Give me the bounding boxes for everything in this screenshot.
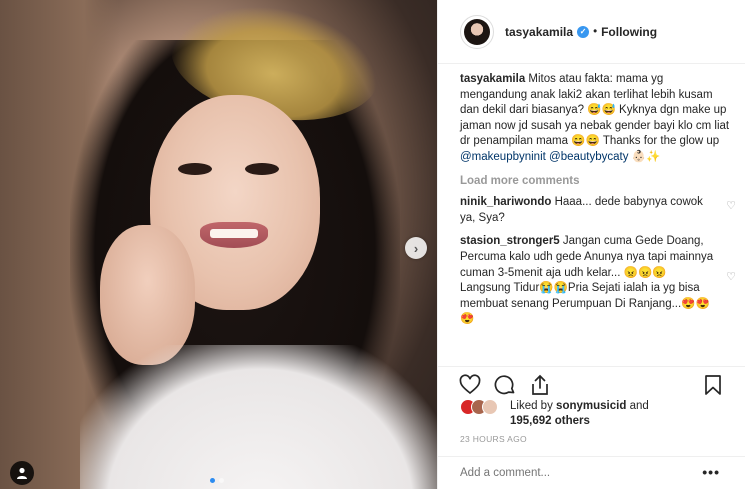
photo-eye-left	[178, 163, 212, 175]
post-timestamp[interactable]: 23 HOURS AGO	[460, 434, 527, 444]
comment-icon[interactable]	[493, 373, 517, 397]
verified-badge-icon: ✓	[577, 25, 590, 38]
post-caption: tasyakamila Mitos atau fakta: mama yg me…	[460, 72, 732, 166]
share-icon[interactable]	[528, 373, 552, 397]
chevron-right-icon[interactable]: ›	[405, 237, 427, 259]
following-button[interactable]: Following	[601, 25, 657, 39]
add-comment-input[interactable]	[460, 467, 690, 479]
caption-tail: 👶🏻✨	[631, 150, 661, 163]
caption-username[interactable]: tasyakamila	[460, 73, 525, 85]
liked-avatar	[482, 399, 498, 415]
liked-by-avatars[interactable]	[460, 399, 510, 415]
load-more-comments-button[interactable]: Load more comments	[460, 174, 732, 190]
comment-username[interactable]: ninik_hariwondo	[460, 196, 551, 208]
comment-like-heart-icon[interactable]: ♡	[726, 270, 736, 286]
comment-item: ninik_hariwondo Haaa... dede babynya cow…	[460, 195, 736, 226]
comments-section: tasyakamila Mitos atau fakta: mama yg me…	[460, 72, 736, 336]
add-comment-bar: •••	[438, 456, 745, 489]
photo-hand	[100, 225, 195, 365]
likes-summary: Liked by sonymusicid and 195,692 others	[460, 399, 649, 429]
photo-dress	[80, 345, 437, 489]
bookmark-icon[interactable]	[701, 373, 725, 397]
carousel-indicator	[210, 478, 224, 483]
avatar[interactable]	[460, 14, 494, 49]
comment-like-heart-icon[interactable]: ♡	[726, 199, 736, 215]
header-separator: •	[593, 25, 598, 38]
likes-text: Liked by sonymusicid and 195,692 others	[510, 399, 649, 429]
heart-icon[interactable]	[458, 373, 482, 397]
liked-by-user[interactable]: sonymusicid	[556, 400, 626, 412]
comment-item: stasion_stronger5 Jangan cuma Gede Doang…	[460, 234, 736, 328]
carousel-dot-active	[210, 478, 215, 483]
post-photo[interactable]: ›	[0, 0, 437, 489]
mention-link[interactable]: @beautybycaty	[549, 151, 628, 163]
more-options-icon[interactable]: •••	[702, 464, 720, 480]
liked-by-others[interactable]: 195,692 others	[510, 415, 590, 427]
action-bar	[438, 366, 745, 398]
comment-text: Jangan cuma Gede Doang, Percuma kalo udh…	[460, 235, 714, 326]
avatar-image	[464, 18, 490, 45]
user-tag-icon[interactable]	[10, 461, 34, 485]
carousel-dot	[219, 478, 224, 483]
instagram-post: › tasyakamila ✓ • Following tasyakamila …	[0, 0, 745, 489]
liked-by-and: and	[629, 400, 649, 412]
header-username[interactable]: tasyakamila	[505, 25, 573, 39]
comment-username[interactable]: stasion_stronger5	[460, 235, 560, 247]
liked-by-prefix: Liked by	[510, 400, 553, 412]
mention-link[interactable]: @makeupbyninit	[460, 151, 546, 163]
photo-teeth	[210, 229, 258, 238]
post-side-panel: tasyakamila ✓ • Following tasyakamila Mi…	[437, 0, 745, 489]
post-header: tasyakamila ✓ • Following	[438, 0, 745, 64]
photo-eye-right	[245, 163, 279, 175]
